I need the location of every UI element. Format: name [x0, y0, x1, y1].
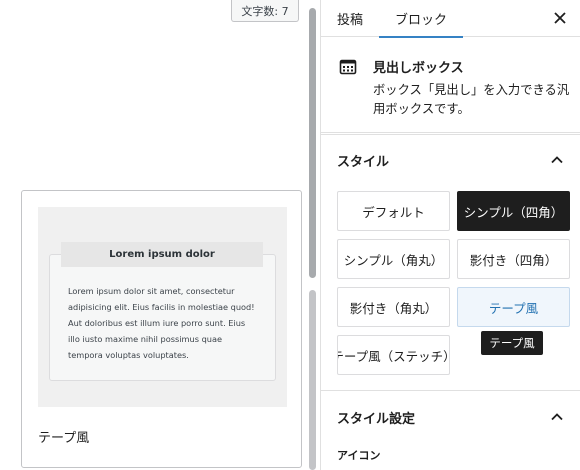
- scrollbar-thumb-lower[interactable]: [309, 290, 316, 470]
- demo-box-title: Lorem ipsum dolor: [61, 242, 263, 267]
- block-title: 見出しボックス: [373, 61, 464, 76]
- chevron-up-icon[interactable]: [547, 150, 567, 170]
- styles-panel-header[interactable]: スタイル: [321, 134, 580, 186]
- style-preview-card: Lorem ipsum dolor Lorem ipsum dolor sit …: [21, 190, 302, 468]
- close-icon: [554, 12, 566, 24]
- styles-panel-title: スタイル: [337, 154, 390, 170]
- tab-posts[interactable]: 投稿: [321, 0, 379, 37]
- style-settings-panel-title: スタイル設定: [337, 411, 416, 427]
- style-option-shadow-rounded[interactable]: 影付き（角丸）: [337, 287, 450, 327]
- preview-frame: Lorem ipsum dolor Lorem ipsum dolor sit …: [38, 207, 287, 407]
- scrollbar-thumb[interactable]: [309, 8, 316, 278]
- style-option-simple-rounded[interactable]: シンプル（角丸）: [337, 239, 450, 279]
- preview-style-label: テープ風: [38, 431, 90, 446]
- chevron-up-icon[interactable]: [547, 407, 567, 427]
- style-option-tape[interactable]: テープ風: [457, 287, 570, 327]
- char-count-badge: 文字数: 7: [231, 0, 299, 22]
- block-description: ボックス「見出し」を入力できる汎用ボックスです。: [373, 83, 570, 116]
- block-card: 見出しボックス ボックス「見出し」を入力できる汎用ボックスです。: [321, 37, 580, 133]
- style-option-simple-square[interactable]: シンプル（四角）: [457, 191, 570, 231]
- style-option-shadow-square[interactable]: 影付き（四角）: [457, 239, 570, 279]
- settings-sidebar: 投稿 ブロック 見出しボックス ボックス「見出し」を入力できる汎用ボックスです。…: [320, 0, 580, 470]
- calendar-grid-icon: [339, 59, 357, 75]
- style-settings-panel-header[interactable]: スタイル設定: [321, 391, 580, 443]
- style-option-default[interactable]: デフォルト: [337, 191, 450, 231]
- sidebar-tabs: 投稿 ブロック: [321, 0, 580, 38]
- close-sidebar-button[interactable]: [549, 7, 571, 29]
- editor-canvas: 文字数: 7 Lorem ipsum dolor Lorem ipsum dol…: [0, 0, 306, 470]
- tab-block[interactable]: ブロック: [379, 0, 463, 38]
- demo-box-text: Lorem ipsum dolor sit amet, consectetur …: [68, 286, 255, 360]
- icon-setting-label: アイコン: [337, 449, 381, 462]
- style-option-tape-stitch[interactable]: テープ風（ステッチ）: [337, 335, 450, 375]
- style-tooltip: テープ風: [481, 331, 543, 355]
